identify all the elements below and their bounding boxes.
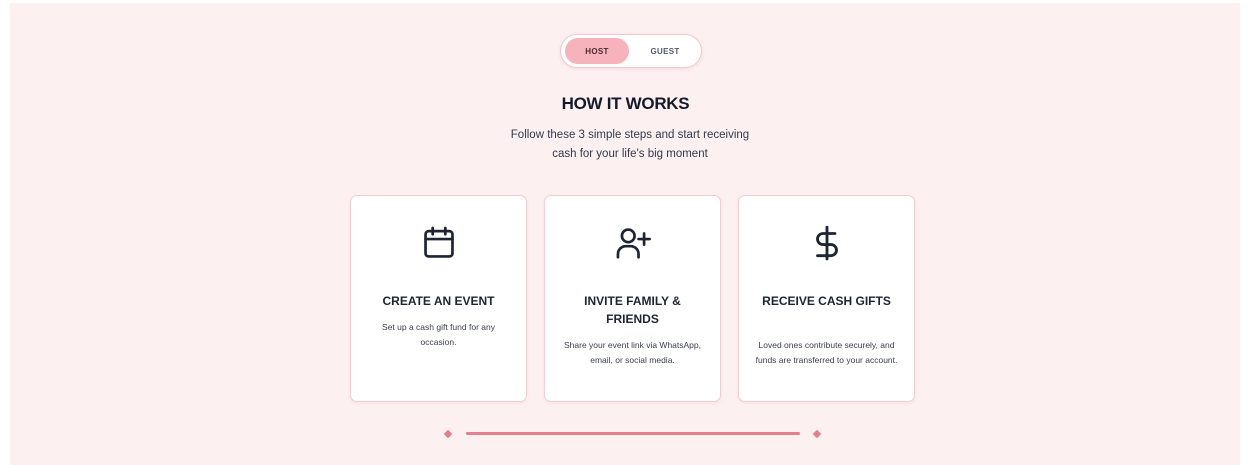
guest-toggle-button[interactable]: GUEST: [633, 38, 697, 64]
step-description: Set up a cash gift fund for any occasion…: [382, 322, 495, 347]
decorative-divider: [466, 432, 800, 435]
step-title: INVITE FAMILY & FRIENDS: [584, 294, 681, 326]
subtitle-line-2: cash for your life's big moment: [552, 148, 708, 160]
host-guest-toggle: HOST GUEST: [560, 34, 702, 68]
step-card-invite: INVITE FAMILY & FRIENDS Share your event…: [544, 195, 721, 402]
step-description: Share your event link via WhatsApp, emai…: [563, 340, 701, 365]
section-title: HOW IT WORKS: [561, 94, 690, 113]
step-card-create-event: CREATE AN EVENT Set up a cash gift fund …: [350, 195, 527, 402]
step-card-receive-cash: RECEIVE CASH GIFTS Loved ones contribute…: [738, 195, 915, 402]
step-title: CREATE AN EVENT: [382, 294, 495, 308]
section-subtitle: Follow these 3 simple steps and start re…: [475, 126, 785, 164]
step-title: RECEIVE CASH GIFTS: [762, 294, 891, 308]
host-toggle-button[interactable]: HOST: [565, 38, 629, 64]
subtitle-line-1: Follow these 3 simple steps and start re…: [510, 129, 750, 141]
dollar-icon: [739, 224, 914, 262]
step-description: Loved ones contribute securely, and fund…: [755, 340, 898, 365]
calendar-icon: [351, 224, 526, 262]
user-plus-icon: [545, 224, 720, 262]
